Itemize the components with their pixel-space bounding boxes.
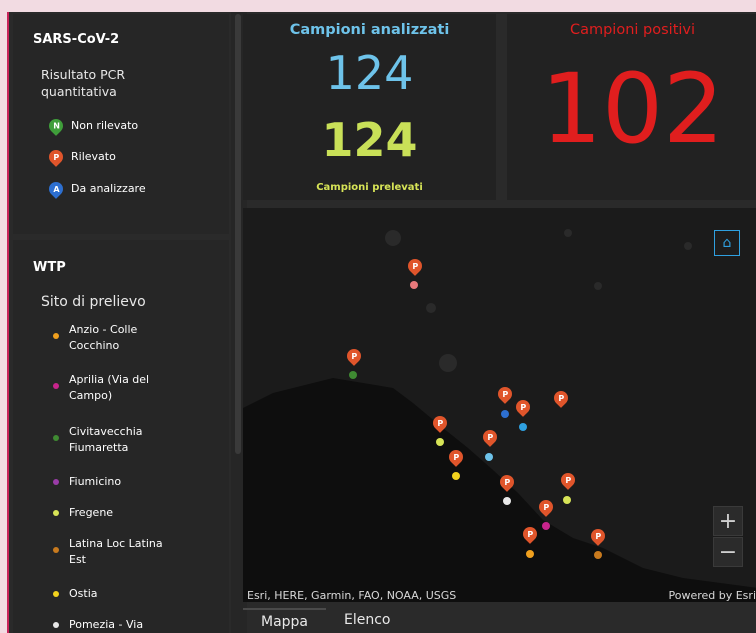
map-view[interactable]: P P P P P P P P P P P P P ⌂ + − Esri, HE… [243,208,756,602]
pin-icon: A [46,179,66,199]
sars-legend-subtitle: Risultato PCR quantitativa [41,67,126,99]
map-basemap [243,229,756,602]
powered-by-label[interactable]: Powered by Esri [668,589,756,602]
legend-item-label: Pomezia - Via [69,618,144,631]
legend-item-label: Rilevato [71,150,116,163]
collected-value: 124 [321,113,418,167]
pin-icon: N [46,116,66,136]
legend-item-fiumicino: Fiumicino [49,474,121,490]
wtp-legend-subtitle: Sito di prelievo [41,294,146,310]
sars-legend-title: SARS-CoV-2 [33,32,120,47]
dot-icon [53,479,59,485]
legend-item-label: Non rilevato [71,119,139,132]
scrollbar-thumb[interactable] [235,14,241,454]
dot-icon [53,510,59,516]
dot-icon [53,622,59,628]
dot-icon [53,435,59,441]
legend-item-latina: Latina Loc Latina Est [49,536,189,568]
legend-item-label: Da analizzare [71,182,146,195]
sars-legend-card: SARS-CoV-2 Risultato PCR quantitativa N … [13,14,229,234]
legend-item-label: Civitavecchia Fiumaretta [69,425,143,454]
wtp-legend-card: WTP Sito di prelievo Anzio - Colle Cocch… [13,240,229,633]
legend-item-label: Ostia [69,587,98,600]
legend-item-rilevato: P Rilevato [46,147,116,167]
legend-item-civitavecchia: Civitavecchia Fiumaretta [49,424,189,456]
positive-value: 102 [540,53,725,165]
wtp-legend-title: WTP [33,260,66,275]
legend-item-aprilia: Aprilia (Via del Campo) [49,372,189,404]
tab-mappa[interactable]: Mappa [243,608,327,633]
collected-caption: Campioni prelevati [316,182,423,193]
map-attribution: Esri, HERE, Garmin, FAO, NOAA, USGS [247,589,457,602]
dot-icon [53,547,59,553]
legend-item-anzio: Anzio - Colle Cocchino [49,322,189,354]
zoom-in-button[interactable]: + [713,506,743,536]
positive-samples-card: Campioni positivi 102 [507,14,756,200]
dashboard-frame: SARS-CoV-2 Risultato PCR quantitativa N … [7,12,756,633]
legend-item-label: Latina Loc Latina Est [69,537,163,566]
pin-icon: P [46,147,66,167]
legend-item-fregene: Fregene [49,505,113,521]
legend-item-ostia: Ostia [49,586,98,602]
legend-item-label: Fregene [69,506,114,519]
analyzed-samples-card: Campioni analizzati 124 124 Campioni pre… [243,14,496,200]
tab-elenco[interactable]: Elenco [326,608,408,633]
zoom-out-button[interactable]: − [713,537,743,567]
view-tabs: Mappa Elenco [243,608,409,633]
analyzed-value: 124 [325,46,414,100]
legend-item-pomezia: Pomezia - Via [49,617,143,633]
dot-icon [53,591,59,597]
analyzed-title: Campioni analizzati [289,22,450,38]
home-icon: ⌂ [722,235,732,251]
dot-icon [53,383,59,389]
legend-item-label: Aprilia (Via del Campo) [69,373,150,402]
legend-panel: SARS-CoV-2 Risultato PCR quantitativa N … [13,14,229,633]
dot-icon [53,333,59,339]
positive-title: Campioni positivi [569,22,696,38]
legend-item-da-analizzare: A Da analizzare [46,179,146,199]
legend-item-label: Fiumicino [69,475,122,488]
legend-item-non-rilevato: N Non rilevato [46,116,139,136]
legend-item-label: Anzio - Colle Cocchino [69,323,138,352]
home-button[interactable]: ⌂ [714,230,740,256]
